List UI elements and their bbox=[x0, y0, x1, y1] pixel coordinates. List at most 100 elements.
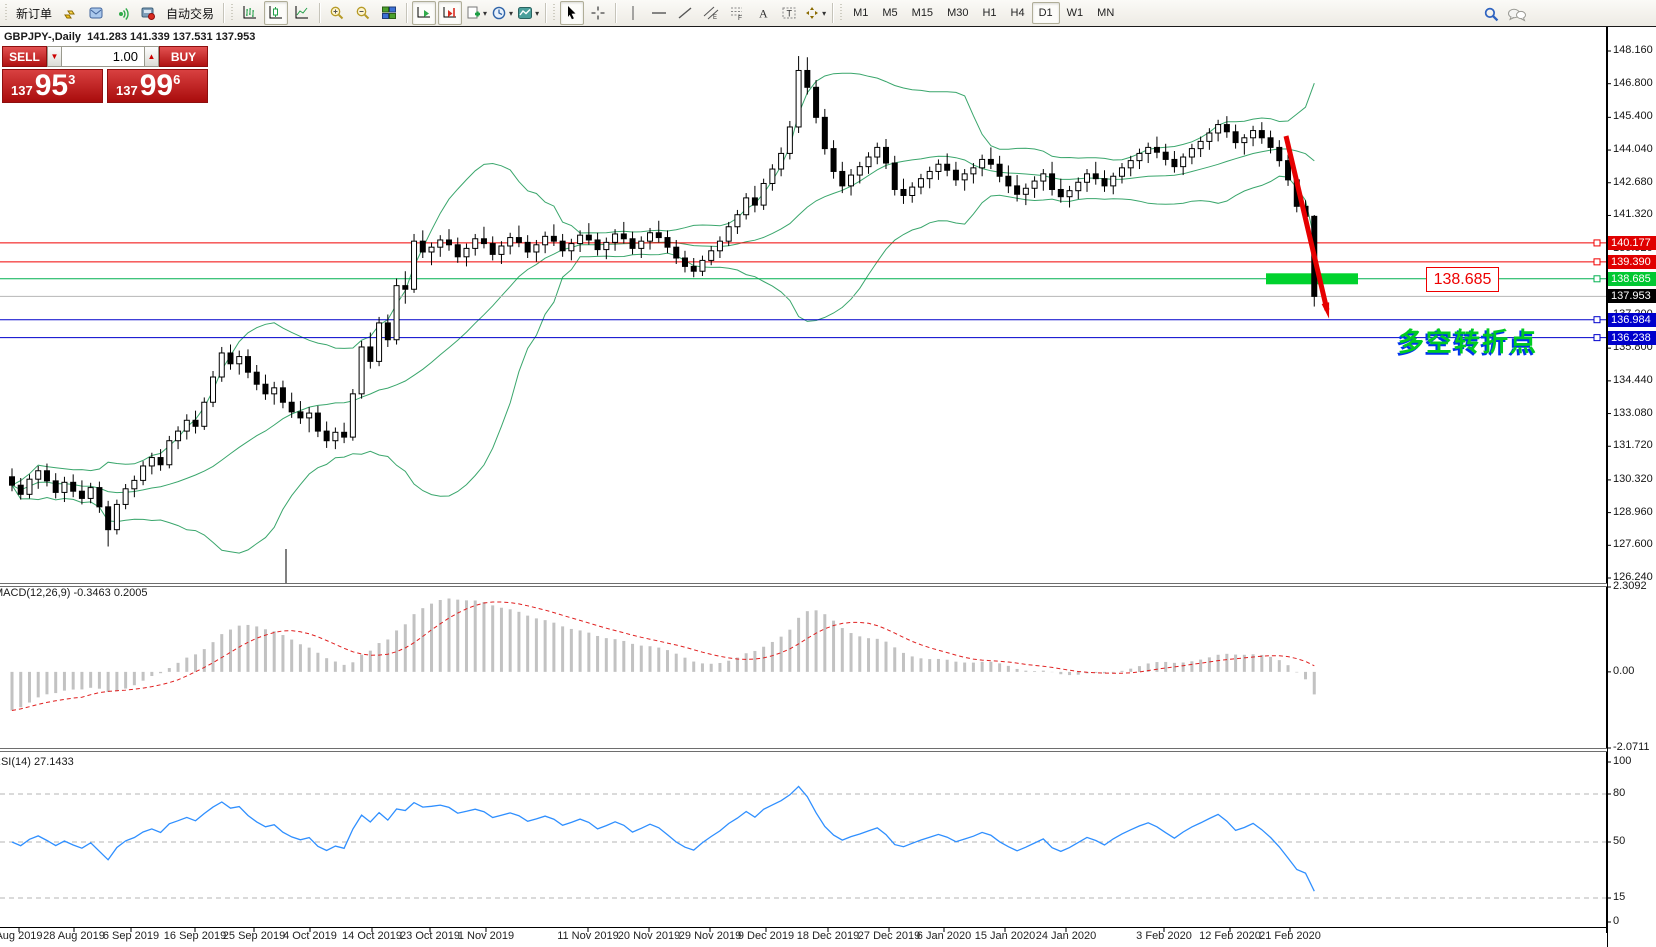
tab-timeframe-w1[interactable]: W1 bbox=[1060, 2, 1091, 24]
buy-price-tile[interactable]: 137 99 6 bbox=[107, 69, 208, 103]
panel-splitter[interactable] bbox=[0, 748, 1607, 752]
mail-icon[interactable] bbox=[84, 1, 108, 25]
svg-text:E: E bbox=[713, 15, 717, 21]
price-level-badge: 138.685 bbox=[1608, 272, 1656, 286]
new-chart-icon[interactable]: ▾ bbox=[464, 1, 488, 25]
price-tick-label: 127.600 bbox=[1613, 538, 1653, 550]
fibonacci-icon[interactable]: F bbox=[725, 1, 749, 25]
date-label: 27 Dec 2019 bbox=[858, 930, 920, 942]
price-tick-label: 148.160 bbox=[1613, 44, 1653, 56]
date-label: 28 Aug 2019 bbox=[43, 930, 105, 942]
toolbar-grip[interactable] bbox=[230, 4, 235, 22]
signal-icon[interactable] bbox=[110, 1, 134, 25]
tab-timeframe-m5[interactable]: M5 bbox=[875, 2, 904, 24]
chevron-down-icon: ▾ bbox=[822, 9, 826, 18]
tab-timeframe-mn[interactable]: MN bbox=[1090, 2, 1121, 24]
price-tick-label: 141.320 bbox=[1613, 208, 1653, 220]
date-label: 6 Jan 2020 bbox=[917, 930, 971, 942]
volume-input[interactable] bbox=[62, 46, 144, 67]
volume-up-button[interactable]: ▲ bbox=[144, 46, 159, 67]
sell-price-tile[interactable]: 137 95 3 bbox=[2, 69, 103, 103]
price-level-badge: 136.984 bbox=[1608, 313, 1656, 327]
chinese-annotation: 多空转折点 bbox=[1398, 322, 1538, 359]
date-label: 14 Oct 2019 bbox=[342, 930, 402, 942]
chart-shift-icon[interactable] bbox=[438, 1, 462, 25]
candlestick-chart-icon[interactable] bbox=[264, 1, 288, 25]
trendline-icon[interactable] bbox=[673, 1, 697, 25]
date-label: Aug 2019 bbox=[0, 930, 43, 942]
tab-timeframe-d1[interactable]: D1 bbox=[1032, 2, 1060, 24]
mt4-terminal-window: 新订单 自动交易 bbox=[0, 0, 1656, 947]
new-order-button[interactable]: 新订单 bbox=[12, 1, 56, 25]
gold-icon[interactable] bbox=[58, 1, 82, 25]
date-label: 12 Feb 2020 bbox=[1199, 930, 1261, 942]
auto-trading-button[interactable]: 自动交易 bbox=[162, 1, 218, 25]
auto-trading-icon[interactable] bbox=[136, 1, 160, 25]
tab-timeframe-m15[interactable]: M15 bbox=[905, 2, 940, 24]
volume-down-button[interactable]: ▼ bbox=[47, 46, 62, 67]
sell-button[interactable]: SELL bbox=[2, 46, 47, 67]
toolbar-grip[interactable] bbox=[839, 4, 844, 22]
bar-chart-icon[interactable] bbox=[238, 1, 262, 25]
toolbar-grip[interactable] bbox=[4, 4, 9, 22]
rsi-tick-label: 80 bbox=[1613, 787, 1625, 799]
horizontal-line-icon[interactable] bbox=[647, 1, 671, 25]
date-label: 15 Jan 2020 bbox=[975, 930, 1036, 942]
buy-price-pip: 6 bbox=[173, 72, 180, 87]
price-tick-label: 130.320 bbox=[1613, 473, 1653, 485]
zoom-out-icon[interactable] bbox=[351, 1, 375, 25]
date-label: 23 Oct 2019 bbox=[400, 930, 460, 942]
new-order-label: 新订单 bbox=[13, 5, 55, 22]
date-label: 18 Dec 2019 bbox=[797, 930, 859, 942]
equidistant-channel-icon[interactable]: E bbox=[699, 1, 723, 25]
tab-timeframe-h1[interactable]: H1 bbox=[975, 2, 1003, 24]
cursor-icon[interactable] bbox=[560, 1, 584, 25]
toolbar-right-group bbox=[1478, 2, 1530, 26]
crosshair-icon[interactable] bbox=[586, 1, 610, 25]
arrows-icon[interactable]: ▾ bbox=[803, 1, 827, 25]
date-label: 25 Sep 2019 bbox=[223, 930, 285, 942]
date-label: 16 Sep 2019 bbox=[164, 930, 226, 942]
chat-icon[interactable] bbox=[1505, 2, 1529, 26]
periods-icon[interactable]: ▾ bbox=[490, 1, 514, 25]
tab-timeframe-m30[interactable]: M30 bbox=[940, 2, 975, 24]
zoom-in-icon[interactable] bbox=[325, 1, 349, 25]
chevron-down-icon: ▾ bbox=[535, 9, 539, 18]
toolbar-separator bbox=[545, 3, 546, 23]
chart-title: GBPJPY-,Daily 141.283 141.339 137.531 13… bbox=[4, 31, 255, 43]
price-level-badge: 139.390 bbox=[1608, 255, 1656, 269]
toolbar-separator bbox=[223, 3, 224, 23]
main-toolbar: 新订单 自动交易 bbox=[0, 0, 1656, 27]
tab-timeframe-h4[interactable]: H4 bbox=[1004, 2, 1032, 24]
tile-windows-icon[interactable] bbox=[377, 1, 401, 25]
date-label: 29 Nov 2019 bbox=[679, 930, 741, 942]
auto-scroll-icon[interactable] bbox=[412, 1, 436, 25]
price-level-callout[interactable]: 138.685 bbox=[1426, 267, 1499, 292]
price-tick-label: 131.720 bbox=[1613, 439, 1653, 451]
templates-icon[interactable]: ▾ bbox=[516, 1, 540, 25]
tab-timeframe-m1[interactable]: M1 bbox=[846, 2, 875, 24]
line-chart-icon[interactable] bbox=[290, 1, 314, 25]
text-label-icon[interactable]: T bbox=[777, 1, 801, 25]
toolbar-separator bbox=[615, 3, 616, 23]
vertical-line-icon[interactable] bbox=[621, 1, 645, 25]
rsi-indicator-label: RSI(14) 27.1433 bbox=[0, 756, 74, 768]
svg-text:A: A bbox=[759, 7, 768, 21]
toolbar-separator bbox=[319, 3, 320, 23]
date-label: 9 Dec 2019 bbox=[738, 930, 794, 942]
panel-splitter[interactable] bbox=[0, 583, 1607, 587]
rsi-tick-label: 50 bbox=[1613, 835, 1625, 847]
search-icon[interactable] bbox=[1479, 2, 1503, 26]
current-price-badge: 137.953 bbox=[1608, 289, 1656, 303]
rsi-tick-label: 15 bbox=[1613, 891, 1625, 903]
rsi-tick-label: 100 bbox=[1613, 755, 1631, 767]
chart-canvas[interactable] bbox=[0, 0, 1656, 947]
text-icon[interactable]: A bbox=[751, 1, 775, 25]
macd-tick-label: 0.00 bbox=[1613, 665, 1634, 677]
one-click-trading-panel: SELL ▼ ▲ BUY 137 95 3 137 99 6 bbox=[2, 46, 210, 103]
buy-button[interactable]: BUY bbox=[159, 46, 208, 67]
chevron-down-icon: ▾ bbox=[483, 9, 487, 18]
macd-tick-label: 2.3092 bbox=[1613, 580, 1647, 592]
toolbar-grip[interactable] bbox=[552, 4, 557, 22]
toolbar-separator bbox=[406, 3, 407, 23]
